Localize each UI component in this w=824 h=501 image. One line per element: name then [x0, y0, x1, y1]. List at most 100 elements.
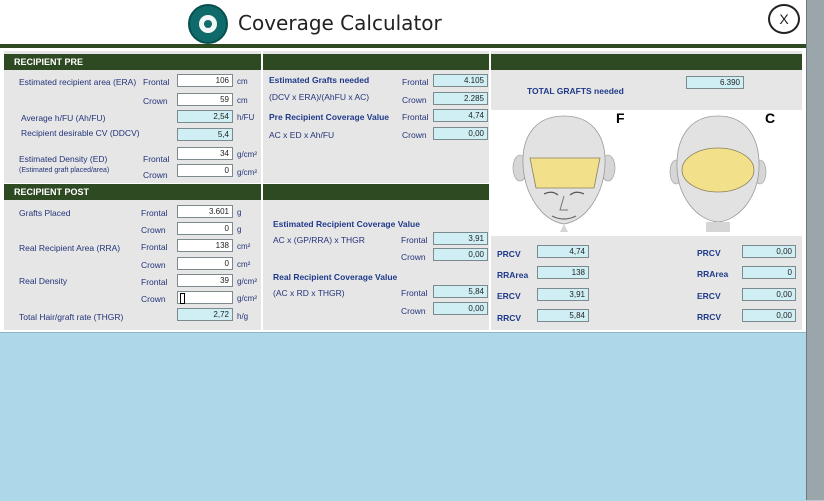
grafts-header-bar — [263, 54, 489, 70]
rrcv-crown-label: Crown — [401, 306, 426, 316]
rrcv-crown-output: 0,00 — [433, 302, 488, 315]
rd-frontal-unit: g/cm² — [237, 277, 257, 286]
ercv-formula: AC x (GP/RRA) x THGR — [273, 235, 365, 245]
ed-crown-input[interactable]: 0 — [177, 164, 233, 177]
era-crown-input[interactable]: 59 — [177, 93, 233, 106]
summary-left-ercv-value: 3,91 — [537, 288, 589, 301]
grafts-placed-frontal-input[interactable]: 3.601 — [177, 205, 233, 218]
grafts-needed-title: Estimated Grafts needed — [269, 75, 370, 85]
rra-crown-label: Crown — [141, 260, 166, 270]
summary-header-bar — [491, 54, 802, 70]
summary-right-rrarea-label: RRArea — [697, 269, 729, 279]
summary-right-rrcv-label: RRCV — [697, 312, 722, 322]
era-frontal-label: Frontal — [143, 77, 170, 87]
era-crown-label: Crown — [143, 96, 168, 106]
grafts-crown-output: 2.285 — [433, 92, 488, 105]
ed-frontal-input[interactable]: 34 — [177, 147, 233, 160]
summary-right-rrcv-value: 0,00 — [742, 309, 796, 322]
grafts-placed-crown-label: Crown — [141, 225, 166, 235]
ed-sub-label: (Estimated graft placed/area) — [19, 167, 110, 174]
title-divider — [0, 44, 806, 48]
rrcv-title: Real Recipient Coverage Value — [273, 272, 398, 282]
grafts-placed-crown-input[interactable]: 0 — [177, 222, 233, 235]
ed-label: Estimated Density (ED) — [19, 154, 108, 164]
grafts-placed-frontal-unit: g — [237, 208, 242, 217]
summary-left-ercv-label: ERCV — [497, 291, 521, 301]
ahfu-input[interactable]: 2,54 — [177, 110, 233, 123]
ercv-crown-label: Crown — [401, 252, 426, 262]
ercv-crown-output: 0,00 — [433, 248, 488, 261]
summary-left-prcv-value: 4,74 — [537, 245, 589, 258]
rd-frontal-label: Frontal — [141, 277, 168, 287]
thgr-unit: h/g — [237, 312, 249, 321]
summary-right-prcv-value: 0,00 — [742, 245, 796, 258]
era-frontal-unit: cm — [237, 77, 248, 86]
summary-right-prcv-label: PRCV — [697, 248, 721, 258]
prcv-crown-output: 0,00 — [433, 127, 488, 140]
rra-frontal-input[interactable]: 138 — [177, 239, 233, 252]
ed-frontal-label: Frontal — [143, 154, 170, 164]
grafts-frontal-label: Frontal — [402, 77, 429, 87]
prcv-formula: AC x ED x Ah/FU — [269, 130, 335, 140]
era-label: Estimated recipient area (ERA) — [19, 77, 137, 87]
ed-crown-unit: g/cm² — [237, 168, 257, 177]
summary-left-rrcv-value: 5,84 — [537, 309, 589, 322]
front-head-icon — [512, 115, 616, 232]
app-title: Coverage Calculator — [238, 11, 442, 35]
crown-head-icon — [669, 115, 767, 232]
prcv-frontal-label: Frontal — [402, 112, 429, 122]
rra-label: Real Recipient Area (RRA) — [19, 243, 121, 253]
grafts-placed-frontal-label: Frontal — [141, 208, 168, 218]
ahfu-label: Average h/FU (Ah/FU) — [21, 113, 106, 123]
rra-frontal-label: Frontal — [141, 242, 168, 252]
rd-crown-label: Crown — [141, 294, 166, 304]
front-head-letter: F — [616, 110, 625, 126]
summary-left-rrarea-value: 138 — [537, 266, 589, 279]
app-window: Coverage Calculator X RECIPIENT PRE RECI… — [0, 0, 806, 501]
real-density-label: Real Density — [19, 276, 68, 286]
ercv-frontal-label: Frontal — [401, 235, 428, 245]
ahfu-unit: h/FU — [237, 113, 255, 122]
ed-frontal-unit: g/cm² — [237, 150, 257, 159]
prcv-crown-label: Crown — [402, 130, 427, 140]
era-crown-unit: cm — [237, 96, 248, 105]
title-bar: Coverage Calculator X — [0, 0, 806, 47]
grafts-placed-label: Grafts Placed — [19, 208, 71, 218]
ddcv-input[interactable]: 5,4 — [177, 128, 233, 141]
prcv-frontal-output: 4,74 — [433, 109, 488, 122]
recipient-pre-header: RECIPIENT PRE — [4, 54, 261, 70]
recipient-post-header: RECIPIENT POST — [4, 184, 261, 200]
grafts-needed-formula: (DCV x ERA)/(AhFU x AC) — [269, 92, 370, 102]
grafts-frontal-output: 4.105 — [433, 74, 488, 87]
ercv-title: Estimated Recipient Coverage Value — [273, 219, 420, 229]
summary-left-rrarea-label: RRArea — [497, 270, 529, 280]
text-cursor — [180, 293, 185, 304]
rra-crown-input[interactable]: 0 — [177, 257, 233, 270]
total-grafts-label: TOTAL GRAFTS needed — [527, 86, 624, 96]
rd-crown-unit: g/cm² — [237, 294, 257, 303]
rd-frontal-input[interactable]: 39 — [177, 274, 233, 287]
rrcv-frontal-label: Frontal — [401, 288, 428, 298]
summary-left-rrcv-label: RRCV — [497, 313, 522, 323]
rra-frontal-unit: cm² — [237, 242, 251, 251]
era-frontal-input[interactable]: 106 — [177, 74, 233, 87]
thgr-label: Total Hair/graft rate (THGR) — [19, 312, 124, 322]
summary-right-ercv-label: ERCV — [697, 291, 721, 301]
app-logo-icon — [188, 4, 228, 44]
coverage-header-bar — [263, 184, 489, 200]
right-edge-strip — [806, 0, 824, 500]
ercv-frontal-output: 3,91 — [433, 232, 488, 245]
crown-head-letter: C — [765, 110, 776, 126]
rd-crown-input[interactable] — [177, 291, 233, 304]
summary-left-prcv-label: PRCV — [497, 249, 521, 259]
close-button[interactable]: X — [768, 4, 800, 34]
thgr-input[interactable]: 2,72 — [177, 308, 233, 321]
summary-right-ercv-value: 0,00 — [742, 288, 796, 301]
rrcv-frontal-output: 5,84 — [433, 285, 488, 298]
empty-content-area — [0, 332, 806, 501]
rra-crown-unit: cm² — [237, 260, 251, 269]
ddcv-label: Recipient desirable CV (DDCV) — [21, 128, 140, 138]
total-grafts-output: 6.390 — [686, 76, 744, 89]
grafts-placed-crown-unit: g — [237, 225, 242, 234]
grafts-crown-label: Crown — [402, 95, 427, 105]
